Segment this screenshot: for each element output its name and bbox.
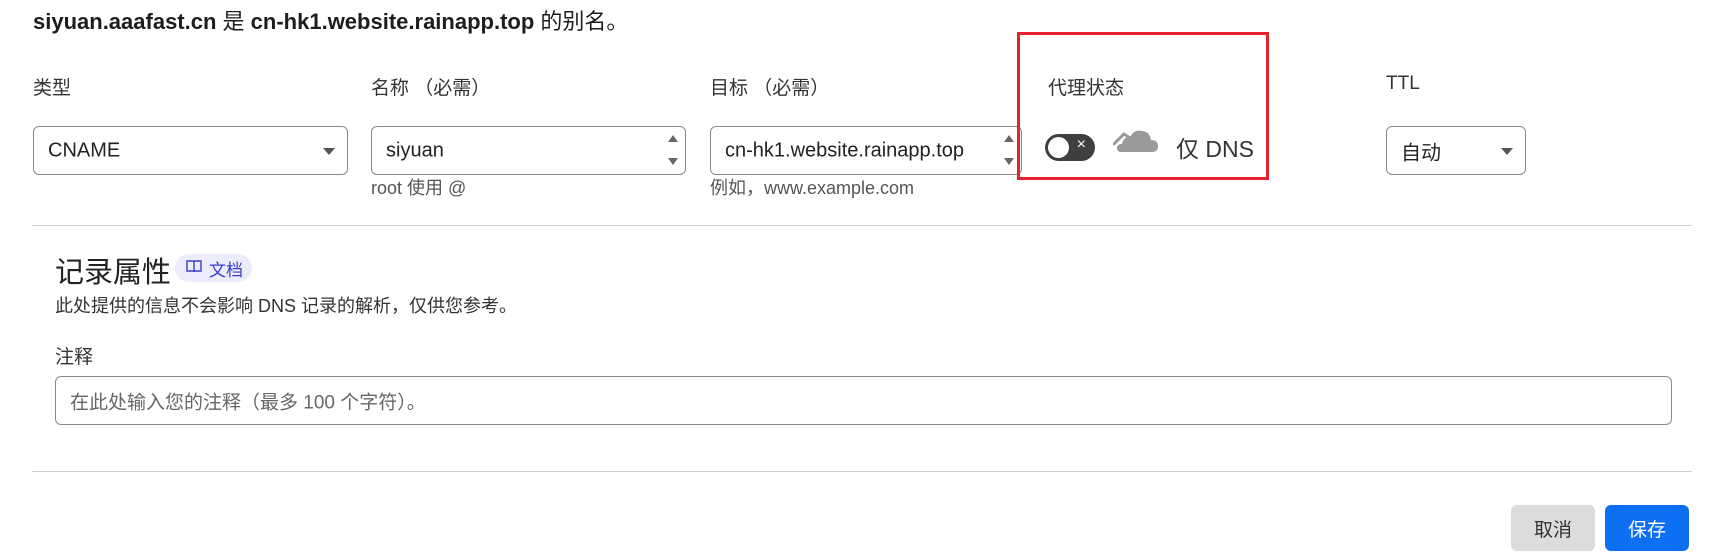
ttl-label: TTL (1386, 73, 1420, 94)
name-label: 名称 （必需） (371, 78, 491, 99)
chevron-down-icon (1501, 147, 1513, 155)
record-summary: siyuan.aaafast.cn 是 cn-hk1.website.raina… (33, 4, 628, 36)
record-target-text: cn-hk1.website.rainapp.top (250, 9, 535, 34)
docs-link[interactable]: 文档 (175, 254, 252, 282)
toggle-knob (1048, 137, 1069, 158)
record-name-text: siyuan.aaafast.cn (33, 9, 217, 34)
comment-input[interactable]: 在此处输入您的注释（最多 100 个字符）。 (55, 376, 1672, 425)
target-input[interactable]: cn-hk1.website.rainapp.top (710, 126, 1022, 175)
target-hint: 例如，www.example.com (710, 178, 915, 198)
cloud-dns-only-icon (1112, 124, 1161, 163)
type-select-value: CNAME (48, 139, 121, 161)
target-input-value: cn-hk1.website.rainapp.top (725, 139, 965, 161)
target-label: 目标 （必需） (710, 78, 830, 99)
spinner-arrows-icon[interactable] (1003, 133, 1015, 167)
chevron-down-icon (323, 147, 335, 155)
cancel-button[interactable]: 取消 (1511, 505, 1595, 551)
record-attributes-description: 此处提供的信息不会影响 DNS 记录的解析，仅供您参考。 (55, 296, 518, 316)
ttl-select[interactable]: 自动 (1386, 126, 1526, 175)
comment-placeholder: 在此处输入您的注释（最多 100 个字符）。 (70, 392, 426, 413)
comment-label: 注释 (55, 347, 94, 368)
proxy-status-text: 仅 DNS (1176, 136, 1254, 162)
type-label: 类型 (33, 78, 72, 99)
type-select[interactable]: CNAME (33, 126, 348, 175)
summary-suffix-text: 的别名。 (534, 9, 629, 34)
record-attributes-title: 记录属性 (55, 257, 172, 289)
name-input[interactable]: siyuan (371, 126, 686, 175)
name-hint: root 使用 @ (371, 178, 467, 198)
spinner-arrows-icon[interactable] (667, 133, 679, 167)
book-icon (186, 258, 202, 278)
close-icon: × (1076, 136, 1086, 153)
footer-divider (32, 471, 1692, 472)
docs-link-label: 文档 (209, 260, 243, 280)
ttl-select-value: 自动 (1401, 142, 1441, 164)
summary-is-text: 是 (216, 9, 251, 34)
proxy-toggle[interactable]: × (1045, 134, 1095, 161)
name-input-value: siyuan (386, 139, 444, 161)
section-divider (32, 225, 1692, 226)
save-button[interactable]: 保存 (1605, 505, 1689, 551)
